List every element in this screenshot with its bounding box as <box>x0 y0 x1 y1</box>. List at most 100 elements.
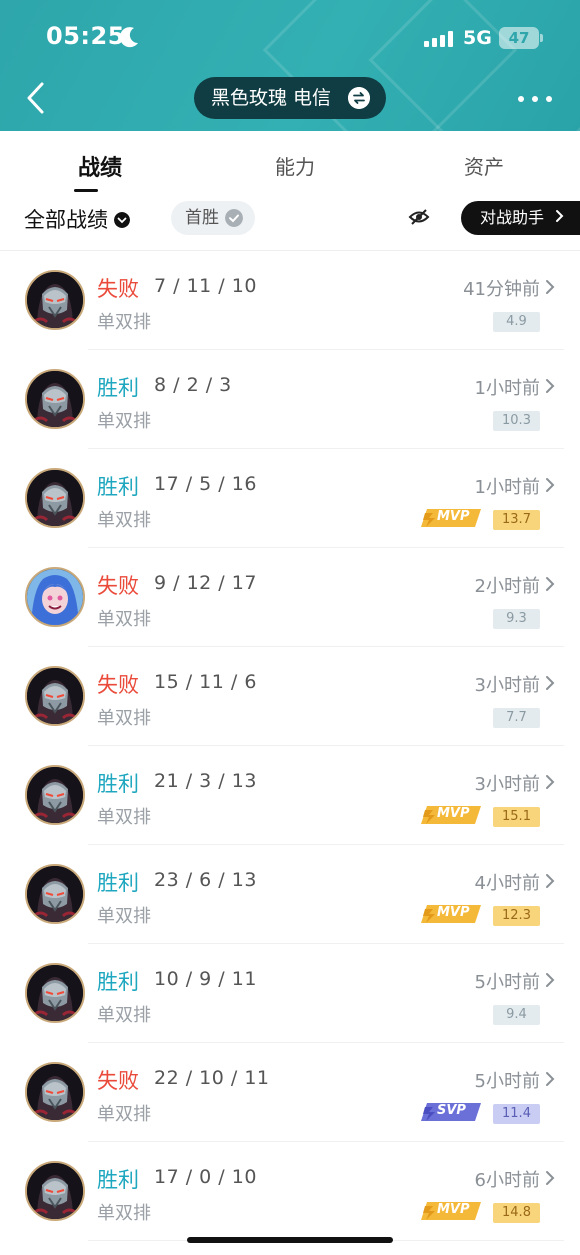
all-records-dropdown[interactable]: 全部战绩 <box>24 204 130 234</box>
check-icon <box>225 209 243 227</box>
game-mode: 单双排 <box>97 312 151 333</box>
rating-score: 12.3 <box>493 906 540 926</box>
battle-assistant-button[interactable]: 对战助手 <box>461 201 580 235</box>
hero-avatar <box>25 666 85 726</box>
rating-score: 15.1 <box>493 807 540 827</box>
chevron-right-icon <box>546 775 555 789</box>
match-result: 失败 <box>97 1069 139 1093</box>
hero-mask-icon <box>27 1064 83 1120</box>
back-arrow-icon[interactable] <box>22 80 52 116</box>
time-ago: 6小时前 <box>474 1170 540 1191</box>
match-result: 胜利 <box>97 475 139 499</box>
kda: 23 / 6 / 13 <box>154 869 257 891</box>
rating-score: 13.7 <box>493 510 540 530</box>
mvp-badge-icon: MVP <box>421 903 483 925</box>
kda: 10 / 9 / 11 <box>154 968 257 990</box>
chevron-right-icon <box>546 577 555 591</box>
active-tab-indicator <box>74 189 98 192</box>
match-row[interactable]: 胜利 23 / 6 / 13 单双排 4小时前 MVP 12.3 <box>0 845 580 944</box>
time-ago: 5小时前 <box>474 1071 540 1092</box>
first-win-chip[interactable]: 首胜 <box>171 201 255 235</box>
tab-ability[interactable]: 能力 <box>245 151 345 180</box>
hero-mask-icon <box>27 767 83 823</box>
match-row[interactable]: 胜利 10 / 9 / 11 单双排 5小时前 9.4 <box>0 944 580 1043</box>
hero-mask-icon <box>27 272 83 328</box>
match-result: 失败 <box>97 574 139 598</box>
kda: 8 / 2 / 3 <box>154 374 232 396</box>
swap-icon <box>348 87 370 109</box>
app-header: 05:25 5G 47 黑色玫瑰 电信 <box>0 0 580 131</box>
chevron-right-icon <box>546 478 555 492</box>
hero-jinx-icon <box>27 569 83 625</box>
hero-avatar <box>25 963 85 1023</box>
match-result: 失败 <box>97 277 139 301</box>
chevron-right-icon <box>546 280 555 294</box>
rating-score: 4.9 <box>493 312 540 332</box>
rating-score: 14.8 <box>493 1203 540 1223</box>
home-indicator <box>187 1237 393 1243</box>
match-result: 胜利 <box>97 1168 139 1192</box>
game-mode: 单双排 <box>97 1203 151 1224</box>
account-name: 黑色玫瑰 电信 <box>211 87 332 109</box>
match-row[interactable]: 胜利 8 / 2 / 3 单双排 1小时前 10.3 <box>0 350 580 449</box>
game-mode: 单双排 <box>97 510 151 531</box>
badge-text: MVP <box>437 806 470 821</box>
hero-avatar <box>25 369 85 429</box>
match-row[interactable]: 胜利 17 / 0 / 10 单双排 6小时前 MVP 14.8 <box>0 1142 580 1241</box>
filter-bar: 全部战绩 首胜 对战助手 <box>0 199 580 251</box>
match-result: 胜利 <box>97 871 139 895</box>
rating-score: 9.4 <box>493 1005 540 1025</box>
tab-record[interactable]: 战绩 <box>50 150 150 182</box>
match-result: 胜利 <box>97 970 139 994</box>
time-ago: 1小时前 <box>474 378 540 399</box>
kda: 22 / 10 / 11 <box>154 1067 270 1089</box>
badge-text: SVP <box>437 1103 466 1118</box>
hero-avatar <box>25 765 85 825</box>
game-mode: 单双排 <box>97 609 151 630</box>
game-mode: 单双排 <box>97 708 151 729</box>
hero-avatar <box>25 864 85 924</box>
time-ago: 4小时前 <box>474 873 540 894</box>
hide-eye-icon[interactable] <box>408 207 430 227</box>
match-result: 失败 <box>97 673 139 697</box>
battery-icon: 47 <box>499 27 543 49</box>
match-result: 胜利 <box>97 376 139 400</box>
account-switcher[interactable]: 黑色玫瑰 电信 <box>194 77 386 119</box>
tab-assets[interactable]: 资产 <box>434 151 534 180</box>
hero-mask-icon <box>27 965 83 1021</box>
mvp-badge-icon: MVP <box>421 804 483 826</box>
signal-icon <box>424 29 454 47</box>
game-mode: 单双排 <box>97 1005 151 1026</box>
match-row[interactable]: 失败 22 / 10 / 11 单双排 5小时前 SVP 11.4 <box>0 1043 580 1142</box>
battle-assistant-label: 对战助手 <box>480 208 545 227</box>
rating-score: 11.4 <box>493 1104 540 1124</box>
game-mode: 单双排 <box>97 807 151 828</box>
svp-badge-icon: SVP <box>421 1101 483 1123</box>
mvp-badge-icon: MVP <box>421 507 483 529</box>
hero-avatar <box>25 1062 85 1122</box>
match-row[interactable]: 失败 7 / 11 / 10 单双排 41分钟前 4.9 <box>0 251 580 350</box>
hero-mask-icon <box>27 371 83 427</box>
match-row[interactable]: 胜利 17 / 5 / 16 单双排 1小时前 MVP 13.7 <box>0 449 580 548</box>
mvp-badge-icon: MVP <box>421 1200 483 1222</box>
hero-avatar <box>25 270 85 330</box>
game-mode: 单双排 <box>97 1104 151 1125</box>
kda: 7 / 11 / 10 <box>154 275 257 297</box>
all-records-label: 全部战绩 <box>24 208 108 232</box>
time-ago: 2小时前 <box>474 576 540 597</box>
rating-score: 9.3 <box>493 609 540 629</box>
status-bar: 05:25 5G 47 <box>0 0 580 70</box>
match-row[interactable]: 失败 9 / 12 / 17 单双排 2小时前 9.3 <box>0 548 580 647</box>
time-ago: 5小时前 <box>474 972 540 993</box>
time-ago: 41分钟前 <box>463 279 540 300</box>
chevron-right-icon <box>556 210 564 222</box>
hero-mask-icon <box>27 470 83 526</box>
time-ago: 1小时前 <box>474 477 540 498</box>
moon-icon <box>120 27 138 48</box>
rating-score: 7.7 <box>493 708 540 728</box>
match-row[interactable]: 胜利 21 / 3 / 13 单双排 3小时前 MVP 15.1 <box>0 746 580 845</box>
match-row[interactable]: 失败 15 / 11 / 6 单双排 3小时前 7.7 <box>0 647 580 746</box>
chevron-right-icon <box>546 676 555 690</box>
more-options-icon[interactable] <box>518 96 552 104</box>
match-result: 胜利 <box>97 772 139 796</box>
